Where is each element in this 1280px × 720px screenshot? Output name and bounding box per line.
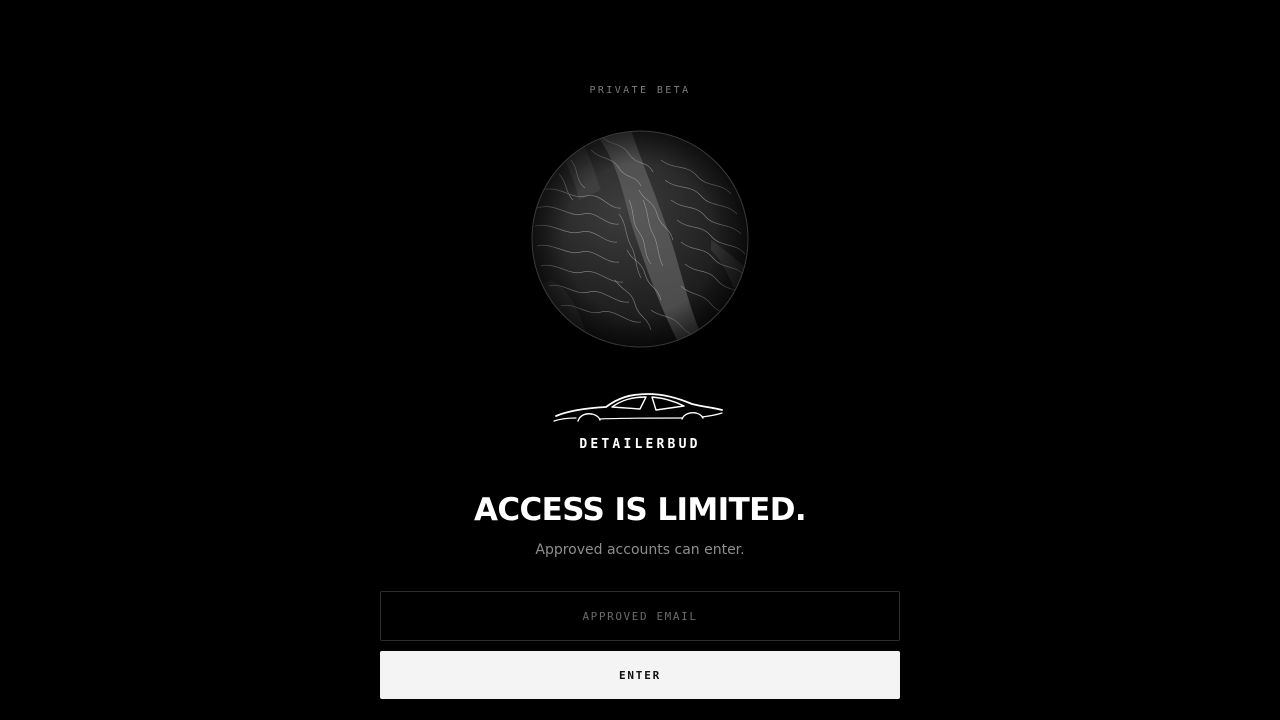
- approved-email-input[interactable]: [380, 591, 900, 641]
- sports-car-outline-icon: [552, 388, 728, 428]
- page-headline: ACCESS IS LIMITED.: [473, 492, 807, 528]
- private-beta-label: PRIVATE BETA: [589, 85, 691, 96]
- topographic-globe-icon: [531, 130, 749, 348]
- enter-button[interactable]: ENTER: [380, 651, 900, 699]
- page-subtext: Approved accounts can enter.: [535, 542, 745, 558]
- access-gate-page: PRIVATE BETA DETAILERBUD ACCESS IS LIMIT…: [0, 0, 1280, 720]
- brand-name: DETAILERBUD: [579, 437, 701, 452]
